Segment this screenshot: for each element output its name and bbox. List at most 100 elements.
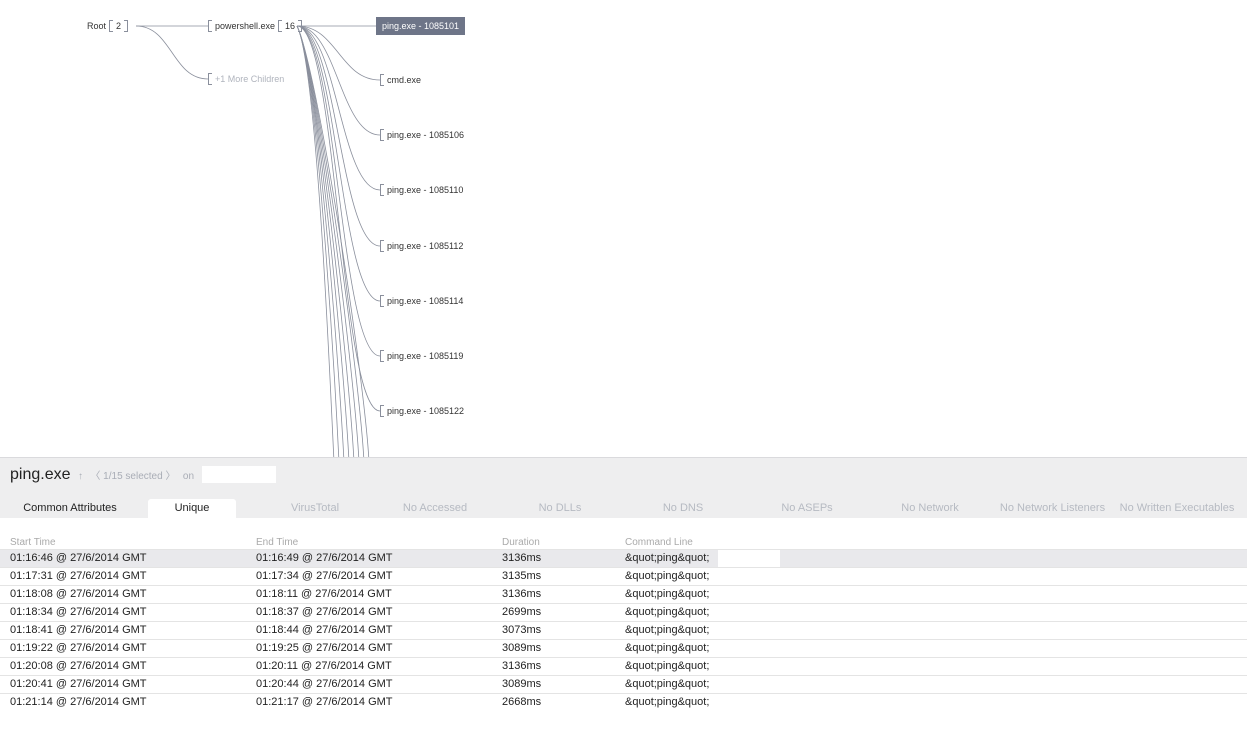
edge-offscreen-1 [296, 25, 340, 460]
table-row[interactable]: 01:17:31 @ 27/6/2014 GMT 01:17:34 @ 27/6… [0, 567, 1247, 585]
on-input[interactable] [202, 466, 277, 484]
cell-end: 01:16:49 @ 27/6/2014 GMT [256, 552, 393, 564]
more-children-node[interactable]: +1 More Children [208, 73, 287, 85]
table-row[interactable]: 01:18:41 @ 27/6/2014 GMT 01:18:44 @ 27/6… [0, 621, 1247, 639]
cell-duration: 2699ms [502, 606, 542, 618]
powershell-count: 16 [285, 21, 296, 31]
tree-connectors [135, 25, 381, 460]
tab-no-network-listeners[interactable]: No Network Listeners [995, 499, 1110, 518]
cell-command: &quot;ping&quot; [625, 642, 710, 654]
child-label: ping.exe - 1085114 [387, 296, 464, 306]
table-row[interactable]: 01:21:14 @ 27/6/2014 GMT 01:21:17 @ 27/6… [0, 693, 1247, 711]
more-children-label: +1 More Children [215, 74, 285, 84]
child-label: ping.exe - 1085106 [387, 130, 465, 140]
on-label: on [182, 471, 195, 482]
cell-start: 01:18:34 @ 27/6/2014 GMT [10, 606, 147, 618]
tab-bar: Common Attributes Unique VirusTotal No A… [0, 499, 1247, 518]
cell-command: &quot;ping&quot; [625, 588, 710, 600]
details-title: ping.exe [10, 466, 71, 483]
tab-virustotal[interactable]: VirusTotal [260, 499, 370, 518]
process-tree[interactable]: Root 2 powershell.exe 16 +1 More Children … [0, 0, 1247, 460]
results-table: Start Time End Time Duration Command Lin… [0, 517, 1247, 711]
child-label: ping.exe - 1085110 [387, 185, 464, 195]
tab-common-attributes[interactable]: Common Attributes [0, 499, 140, 518]
details-header: ping.exe ↑ 〈 1/15 selected 〉 on Common A… [0, 457, 1247, 518]
tree-node-child-7[interactable]: ping.exe - 1085122 [380, 405, 467, 417]
cell-command: &quot;ping&quot; [625, 696, 710, 708]
table-row[interactable]: 01:16:46 @ 27/6/2014 GMT 01:16:49 @ 27/6… [0, 549, 1247, 567]
tab-no-network[interactable]: No Network [875, 499, 985, 518]
child-label: ping.exe - 1085122 [387, 406, 465, 416]
cell-end: 01:18:37 @ 27/6/2014 GMT [256, 606, 393, 618]
cell-start: 01:21:14 @ 27/6/2014 GMT [10, 696, 147, 708]
tree-node-child-6[interactable]: ping.exe - 1085119 [380, 350, 466, 362]
table-header: Start Time End Time Duration Command Lin… [0, 517, 1247, 549]
cell-duration: 3089ms [502, 678, 542, 690]
details-panel: ping.exe ↑ 〈 1/15 selected 〉 on Common A… [0, 457, 1247, 731]
table-row[interactable]: 01:18:34 @ 27/6/2014 GMT 01:18:37 @ 27/6… [0, 603, 1247, 621]
table-row[interactable]: 01:19:22 @ 27/6/2014 GMT 01:19:25 @ 27/6… [0, 639, 1247, 657]
cell-start: 01:16:46 @ 27/6/2014 GMT [10, 552, 147, 564]
row-edit-box[interactable] [718, 550, 780, 567]
up-arrow-icon[interactable]: ↑ [78, 471, 83, 482]
selection-pager[interactable]: 〈 1/15 selected 〉 [90, 471, 175, 482]
cell-start: 01:19:22 @ 27/6/2014 GMT [10, 642, 147, 654]
cell-command: &quot;ping&quot; [625, 552, 710, 564]
col-end-time[interactable]: End Time [256, 537, 298, 548]
cell-duration: 3073ms [502, 624, 542, 636]
table-row[interactable]: 01:20:41 @ 27/6/2014 GMT 01:20:44 @ 27/6… [0, 675, 1247, 693]
col-start-time[interactable]: Start Time [10, 537, 56, 548]
cell-end: 01:18:11 @ 27/6/2014 GMT [256, 588, 392, 600]
edge-offscreen-0 [296, 25, 335, 460]
col-command-line[interactable]: Command Line [625, 537, 693, 548]
cell-start: 01:17:31 @ 27/6/2014 GMT [10, 570, 147, 582]
details-title-row: ping.exe ↑ 〈 1/15 selected 〉 on [10, 466, 277, 484]
cell-start: 01:20:41 @ 27/6/2014 GMT [10, 678, 147, 690]
cell-duration: 2668ms [502, 696, 542, 708]
child-label: ping.exe - 1085119 [387, 351, 464, 361]
cell-end: 01:20:44 @ 27/6/2014 GMT [256, 678, 393, 690]
table-row[interactable]: 01:20:08 @ 27/6/2014 GMT 01:20:11 @ 27/6… [0, 657, 1247, 675]
edge-child-4 [296, 25, 381, 247]
tab-unique[interactable]: Unique [148, 499, 236, 518]
tree-node-child-1[interactable]: cmd.exe [380, 74, 424, 86]
cell-duration: 3136ms [502, 588, 542, 600]
tree-node-child-2[interactable]: ping.exe - 1085106 [380, 129, 467, 141]
tab-no-aseps[interactable]: No ASEPs [752, 499, 862, 518]
cell-start: 01:18:08 @ 27/6/2014 GMT [10, 588, 147, 600]
edge-root-more-children [135, 25, 209, 80]
cell-end: 01:21:17 @ 27/6/2014 GMT [256, 696, 393, 708]
tree-node-child-5[interactable]: ping.exe - 1085114 [380, 295, 466, 307]
tree-node-powershell[interactable]: powershell.exe 16 [208, 20, 303, 32]
tab-no-accessed[interactable]: No Accessed [380, 499, 490, 518]
col-duration[interactable]: Duration [502, 537, 540, 548]
table-row[interactable]: 01:18:08 @ 27/6/2014 GMT 01:18:11 @ 27/6… [0, 585, 1247, 603]
cell-end: 01:17:34 @ 27/6/2014 GMT [256, 570, 393, 582]
tree-node-child-0[interactable]: ping.exe - 1085101 [376, 17, 466, 35]
root-label: Root [87, 21, 107, 31]
cell-duration: 3136ms [502, 660, 542, 672]
cell-start: 01:20:08 @ 27/6/2014 GMT [10, 660, 147, 672]
root-count: 2 [116, 21, 122, 31]
tree-node-child-3[interactable]: ping.exe - 1085110 [380, 184, 466, 196]
cell-command: &quot;ping&quot; [625, 660, 710, 672]
cell-command: &quot;ping&quot; [625, 678, 710, 690]
cell-end: 01:18:44 @ 27/6/2014 GMT [256, 624, 393, 636]
child-label: ping.exe - 1085112 [387, 241, 464, 251]
cell-end: 01:20:11 @ 27/6/2014 GMT [256, 660, 392, 672]
cell-end: 01:19:25 @ 27/6/2014 GMT [256, 642, 393, 654]
tab-no-dns[interactable]: No DNS [628, 499, 738, 518]
cell-duration: 3135ms [502, 570, 542, 582]
cell-command: &quot;ping&quot; [625, 606, 710, 618]
edge-offscreen-2 [296, 25, 345, 460]
tree-node-root[interactable]: Root 2 [84, 20, 129, 32]
child-label: cmd.exe [387, 75, 422, 85]
cell-duration: 3089ms [502, 642, 542, 654]
cell-start: 01:18:41 @ 27/6/2014 GMT [10, 624, 147, 636]
tab-no-dlls[interactable]: No DLLs [505, 499, 615, 518]
cell-command: &quot;ping&quot; [625, 624, 710, 636]
powershell-label: powershell.exe [215, 21, 276, 31]
cell-duration: 3136ms [502, 552, 542, 564]
tab-no-written-executables[interactable]: No Written Executables [1113, 499, 1241, 518]
tree-node-child-4[interactable]: ping.exe - 1085112 [380, 240, 466, 252]
